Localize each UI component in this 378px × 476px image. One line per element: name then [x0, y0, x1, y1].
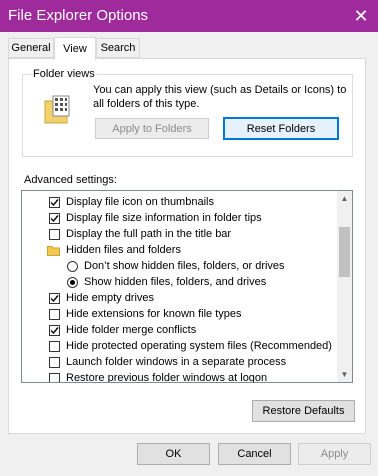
list-item[interactable]: Hide folder merge conflicts: [49, 322, 196, 338]
tab-view[interactable]: View: [54, 37, 96, 60]
list-item-label: Show hidden files, folders, and drives: [84, 276, 267, 288]
checkbox-unchecked[interactable]: [49, 372, 60, 382]
list-item[interactable]: Hide empty drives: [49, 290, 154, 306]
ok-button[interactable]: OK: [137, 443, 210, 465]
scroll-down-icon[interactable]: ▼: [337, 367, 352, 382]
list-item-label: Display file size information in folder …: [66, 212, 262, 224]
scroll-up-icon[interactable]: ▲: [337, 191, 352, 206]
folder-icon: [47, 245, 60, 256]
checkbox-checked[interactable]: [49, 212, 60, 224]
folder-views-label: Folder views: [31, 68, 97, 80]
folder-views-description: You can apply this view (such as Details…: [93, 84, 347, 110]
checkbox-checked[interactable]: [49, 324, 60, 336]
checkbox-checked[interactable]: [49, 292, 60, 304]
list-item-label: Launch folder windows in a separate proc…: [66, 356, 287, 368]
vertical-scrollbar[interactable]: ▲ ▼: [337, 191, 352, 382]
list-item[interactable]: Don’t show hidden files, folders, or dri…: [67, 258, 285, 274]
cancel-button[interactable]: Cancel: [218, 443, 291, 465]
list-item[interactable]: Display file icon on thumbnails: [49, 194, 214, 210]
list-item[interactable]: Show hidden files, folders, and drives: [67, 274, 266, 290]
list-item-label: Hide folder merge conflicts: [66, 324, 197, 336]
list-item: Hidden files and folders: [47, 242, 181, 258]
reset-folders-button[interactable]: Reset Folders: [223, 117, 339, 140]
list-item[interactable]: Display the full path in the title bar: [49, 226, 231, 242]
list-item-label: Hide protected operating system files (R…: [66, 340, 332, 352]
list-item-label: Don’t show hidden files, folders, or dri…: [84, 260, 285, 272]
title-bar: File Explorer Options ✕: [0, 0, 378, 32]
list-item-label: Hide extensions for known file types: [66, 308, 242, 320]
close-icon[interactable]: ✕: [344, 0, 378, 32]
list-item-label: Display the full path in the title bar: [66, 228, 232, 240]
restore-defaults-button[interactable]: Restore Defaults: [252, 400, 355, 422]
list-item[interactable]: Hide protected operating system files (R…: [49, 338, 332, 354]
list-item-label: Restore previous folder windows at logon: [66, 372, 268, 383]
tab-general[interactable]: General: [8, 38, 54, 58]
list-item[interactable]: Launch folder windows in a separate proc…: [49, 354, 286, 370]
radio-selected[interactable]: [67, 276, 78, 288]
checkbox-unchecked[interactable]: [49, 340, 60, 352]
list-item-label: Hidden files and folders: [66, 244, 181, 256]
window-title: File Explorer Options: [8, 7, 149, 24]
apply-button[interactable]: Apply: [298, 443, 371, 465]
list-item[interactable]: Display file size information in folder …: [49, 210, 262, 226]
folder-views-icon: [44, 95, 70, 124]
advanced-settings-label: Advanced settings:: [24, 174, 117, 186]
scroll-thumb[interactable]: [339, 227, 350, 277]
checkbox-unchecked[interactable]: [49, 228, 60, 240]
advanced-settings-list[interactable]: Display file icon on thumbnails Display …: [21, 190, 353, 383]
checkbox-checked[interactable]: [49, 196, 60, 208]
apply-to-folders-button[interactable]: Apply to Folders: [95, 118, 209, 139]
list-item-label: Display file icon on thumbnails: [66, 196, 214, 208]
list-item[interactable]: Hide extensions for known file types: [49, 306, 241, 322]
tab-search[interactable]: Search: [96, 38, 140, 58]
checkbox-unchecked[interactable]: [49, 308, 60, 320]
checkbox-unchecked[interactable]: [49, 356, 60, 368]
list-item-label: Hide empty drives: [66, 292, 155, 304]
tab-panel-view: Folder views You can apply this view (su…: [8, 58, 366, 434]
list-item[interactable]: Restore previous folder windows at logon: [49, 370, 268, 383]
radio-unselected[interactable]: [67, 260, 78, 272]
